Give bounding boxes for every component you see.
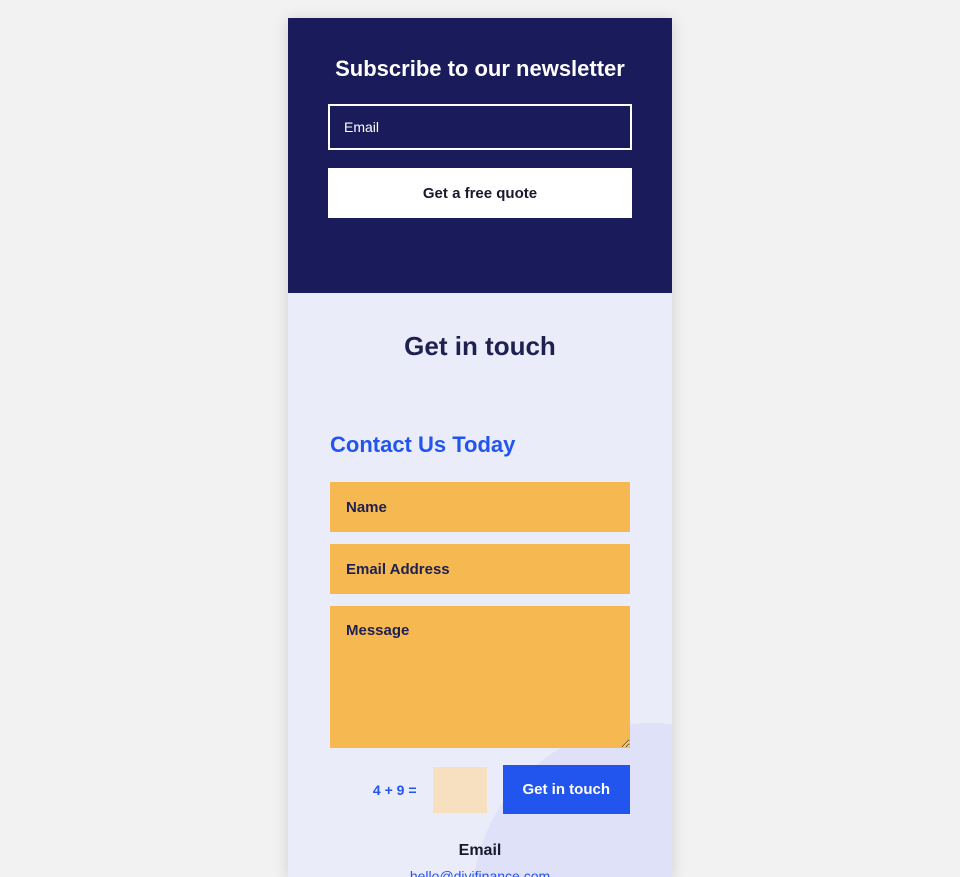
contact-submit-button[interactable]: Get in touch: [503, 765, 631, 814]
contact-email-heading: Email: [330, 842, 630, 860]
newsletter-submit-button[interactable]: Get a free quote: [328, 168, 632, 218]
newsletter-title: Subscribe to our newsletter: [328, 56, 632, 82]
message-textarea[interactable]: [330, 606, 630, 748]
contact-form-title: Contact Us Today: [330, 432, 630, 458]
newsletter-email-input[interactable]: [328, 104, 632, 150]
captcha-input[interactable]: [433, 767, 487, 813]
captcha-row: 4 + 9 = Get in touch: [330, 765, 630, 814]
contact-section-title: Get in touch: [330, 331, 630, 362]
page-card: Subscribe to our newsletter Get a free q…: [288, 18, 672, 877]
captcha-question: 4 + 9 =: [373, 782, 417, 798]
contact-email-link[interactable]: hello@divifinance.com: [330, 868, 630, 877]
newsletter-section: Subscribe to our newsletter Get a free q…: [288, 18, 672, 293]
email-input[interactable]: [330, 544, 630, 594]
name-input[interactable]: [330, 482, 630, 532]
contact-section: Get in touch Contact Us Today 4 + 9 = Ge…: [288, 293, 672, 877]
